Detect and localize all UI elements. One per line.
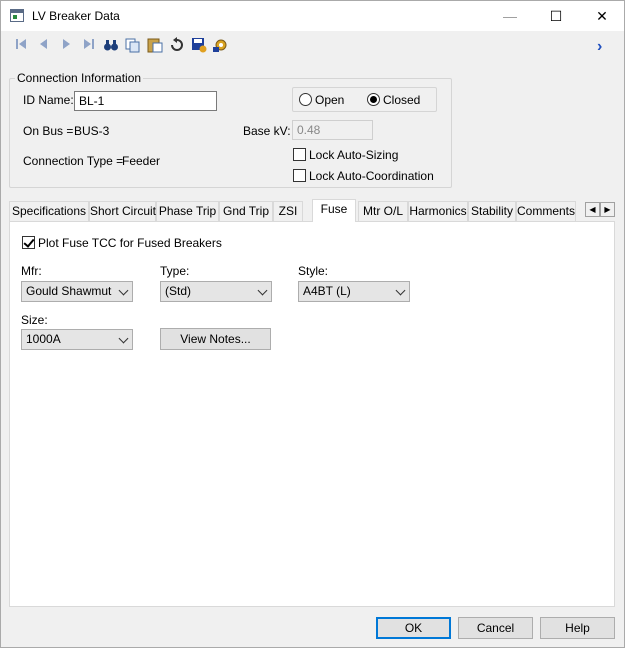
connection-type-value: Feeder	[122, 154, 161, 168]
ok-button[interactable]: OK	[376, 617, 451, 639]
minimize-button[interactable]: —	[487, 1, 533, 31]
tab-specifications[interactable]: Specifications	[9, 201, 89, 221]
tab-comments[interactable]: Comments	[516, 201, 576, 221]
size-value: 1000A	[26, 332, 61, 346]
open-label: Open	[315, 93, 345, 107]
first-record-icon[interactable]	[13, 37, 29, 53]
style-value: A4BT (L)	[303, 284, 351, 298]
lock-auto-coordination-label: Lock Auto-Coordination	[309, 169, 434, 183]
tab-zsi[interactable]: ZSI	[273, 201, 303, 221]
lock-auto-sizing-checkbox[interactable]	[293, 148, 306, 161]
chevron-down-icon	[118, 333, 129, 344]
help-button[interactable]: Help	[540, 617, 615, 639]
copy-icon[interactable]	[125, 37, 141, 53]
view-notes-button[interactable]: View Notes...	[160, 328, 271, 350]
paste-icon[interactable]	[147, 37, 163, 53]
plot-fuse-tcc-label: Plot Fuse TCC for Fused Breakers	[38, 236, 222, 250]
connection-type-label: Connection Type =	[23, 154, 124, 168]
chevron-down-icon	[118, 285, 129, 296]
tab-scroll-right-icon[interactable]: ▶	[600, 202, 615, 217]
lv-breaker-dialog: LV Breaker Data — ☐ ✕ › Connection Infor…	[0, 0, 625, 648]
app-window-icon	[10, 9, 24, 22]
on-bus-value: BUS-3	[74, 124, 110, 138]
undo-icon[interactable]	[169, 37, 185, 53]
mfr-value: Gould Shawmut	[26, 284, 112, 298]
base-kv-field: 0.48	[292, 120, 373, 140]
open-radio[interactable]	[299, 93, 312, 106]
size-select[interactable]: 1000A	[21, 329, 133, 350]
last-record-icon[interactable]	[81, 37, 97, 53]
chevron-down-icon	[257, 285, 268, 296]
on-bus-label: On Bus =	[23, 124, 74, 138]
id-name-field[interactable]: BL-1	[74, 91, 217, 111]
size-label: Size:	[21, 313, 48, 327]
tab-short-circuit[interactable]: Short Circuit	[89, 201, 156, 221]
tab-strip: Specifications Short Circuit Phase Trip …	[9, 199, 615, 222]
fuse-tab-panel: Plot Fuse TCC for Fused Breakers Mfr: Go…	[9, 221, 615, 607]
id-name-label: ID Name:	[23, 93, 74, 107]
base-kv-label: Base kV:	[243, 124, 291, 138]
plot-fuse-tcc-checkbox[interactable]	[22, 236, 35, 249]
save-icon[interactable]	[191, 37, 207, 53]
next-record-icon[interactable]	[58, 37, 74, 53]
closed-radio[interactable]	[367, 93, 380, 106]
toolbar: ›	[1, 31, 624, 59]
lock-auto-sizing-label: Lock Auto-Sizing	[309, 148, 399, 162]
tab-harmonics[interactable]: Harmonics	[408, 201, 468, 221]
type-select[interactable]: (Std)	[160, 281, 272, 302]
maximize-button[interactable]: ☐	[533, 1, 579, 31]
lock-auto-coordination-checkbox[interactable]	[293, 169, 306, 182]
tab-phase-trip[interactable]: Phase Trip	[156, 201, 219, 221]
type-label: Type:	[160, 264, 190, 278]
close-button[interactable]: ✕	[579, 1, 625, 31]
type-value: (Std)	[165, 284, 192, 298]
mfr-label: Mfr:	[21, 264, 42, 278]
tab-stability[interactable]: Stability	[468, 201, 516, 221]
toolbar-more-icon[interactable]: ›	[597, 38, 602, 56]
tab-fuse[interactable]: Fuse	[312, 199, 356, 222]
title-bar: LV Breaker Data — ☐ ✕	[1, 1, 624, 31]
style-label: Style:	[298, 264, 329, 278]
connection-info-title: Connection Information	[15, 71, 144, 85]
find-icon[interactable]	[103, 37, 119, 53]
cancel-button[interactable]: Cancel	[458, 617, 533, 639]
closed-label: Closed	[383, 93, 421, 107]
style-select[interactable]: A4BT (L)	[298, 281, 410, 302]
tab-mtr-ol[interactable]: Mtr O/L	[358, 201, 408, 221]
previous-record-icon[interactable]	[36, 37, 52, 53]
mfr-select[interactable]: Gould Shawmut	[21, 281, 133, 302]
settings-icon[interactable]	[213, 37, 229, 53]
tab-gnd-trip[interactable]: Gnd Trip	[219, 201, 273, 221]
window-title: LV Breaker Data	[32, 9, 120, 23]
tab-scroll-left-icon[interactable]: ◀	[585, 202, 600, 217]
chevron-down-icon	[395, 285, 406, 296]
